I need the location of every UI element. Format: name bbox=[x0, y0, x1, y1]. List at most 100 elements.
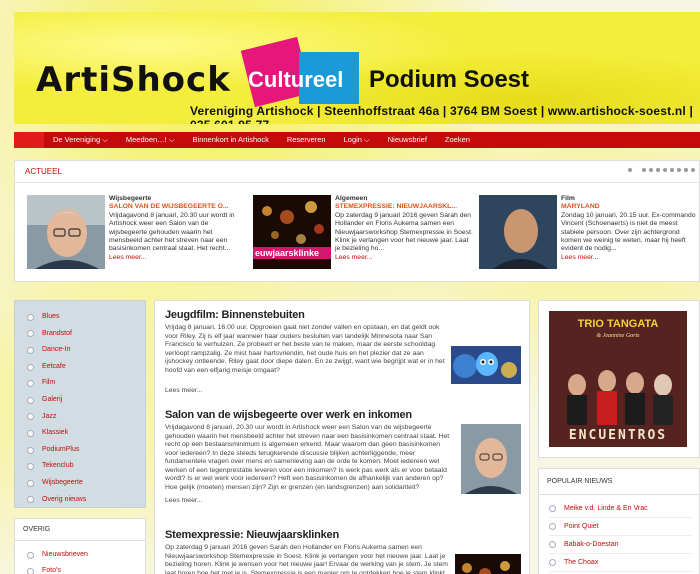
header-address: Vereniging Artishock | Steenhoffstraat 4… bbox=[190, 104, 694, 124]
read-more-link[interactable]: Lees meer... bbox=[165, 387, 521, 396]
read-more-link[interactable]: Lees meer... bbox=[165, 497, 521, 506]
article-body: Vrijdagavond 8 januari, 20.30 uur wordt … bbox=[165, 424, 450, 491]
bullet-icon bbox=[549, 505, 556, 512]
bullet-icon bbox=[27, 463, 34, 471]
nav-de-vereniging[interactable]: De Vereniging ⌵ bbox=[44, 132, 117, 148]
article-title[interactable]: Jeugdfilm: Binnenstebuiten bbox=[165, 309, 521, 321]
card-category: Algemeen bbox=[335, 195, 368, 202]
man-portrait-image[interactable] bbox=[27, 195, 105, 269]
read-more-link[interactable]: Lees meer... bbox=[561, 254, 699, 262]
bullet-icon bbox=[27, 446, 34, 454]
list-item-label: Film bbox=[42, 379, 56, 387]
list-item-label: Jazz bbox=[42, 412, 57, 420]
article: Salon van de wijsbegeerte over werk en i… bbox=[165, 409, 521, 506]
sidebar-item[interactable]: Dance-In bbox=[27, 342, 145, 359]
article-title[interactable]: Salon van de wijsbegeerte over werk en i… bbox=[165, 409, 521, 421]
list-item-label: Galerij bbox=[42, 395, 63, 403]
list-item-label: Blues bbox=[42, 313, 60, 320]
carousel-dot[interactable] bbox=[677, 168, 681, 172]
card-body: Op zaterdag 9 januari 2016 geven Sarah d… bbox=[335, 211, 473, 253]
new-year-lights-image[interactable] bbox=[455, 554, 521, 574]
nav-binnenkort[interactable]: Binnenkort in Artishock bbox=[184, 132, 278, 148]
inside-out-image[interactable] bbox=[451, 346, 521, 384]
list-item-label: Tekenclub bbox=[42, 462, 74, 470]
list-item-label: Babak-o-Doestan bbox=[564, 540, 619, 548]
man-portrait-image[interactable] bbox=[461, 424, 521, 494]
carousel-dot[interactable] bbox=[684, 168, 688, 172]
card-body: Vrijdagavond 8 januari, 20.30 uur wordt … bbox=[109, 211, 235, 253]
carousel-dot[interactable] bbox=[628, 168, 632, 172]
list-item-label: Foto's bbox=[42, 567, 61, 574]
sidebar-item[interactable]: Film bbox=[27, 375, 145, 392]
actueel-card: Film MARYLAND Zondag 10 januari, 20.15 u… bbox=[479, 195, 700, 275]
list-item-label: Dance-In bbox=[42, 346, 71, 354]
list-item-label: Meike v.d. Linde & En Vrac bbox=[564, 504, 648, 512]
populair-item[interactable]: Point Quiet bbox=[549, 518, 693, 536]
bullet-icon bbox=[549, 541, 556, 548]
overig-panel: OVERIG Nieuwsbrieven Foto's bbox=[14, 518, 146, 574]
poster-subtitle: & Jeannine Gorts bbox=[597, 333, 641, 339]
sidebar-item[interactable]: Klassiek bbox=[27, 425, 145, 442]
overig-item[interactable]: Foto's bbox=[27, 563, 145, 574]
carousel-dot[interactable] bbox=[663, 168, 667, 172]
bullet-icon bbox=[27, 551, 34, 559]
carousel-dot[interactable] bbox=[656, 168, 660, 172]
card-category: Wijsbegeerte bbox=[109, 195, 152, 202]
actueel-title: ACTUEEL bbox=[15, 161, 699, 183]
news-articles: Jeugdfilm: Binnenstebuiten Vrijdag 8 jan… bbox=[154, 300, 530, 574]
populair-item[interactable]: Meike v.d. Linde & En Vrac bbox=[549, 500, 693, 518]
concert-poster-image[interactable]: TRIO TANGATA & Jeannine Gorts ENCUENTROS bbox=[549, 311, 687, 447]
card-title[interactable]: MARYLAND bbox=[561, 203, 699, 211]
read-more-link[interactable]: Lees meer... bbox=[335, 254, 473, 262]
bullet-icon bbox=[27, 330, 34, 338]
actueel-card: Wijsbegeerte SALON VAN DE WIJSBEGEERTE O… bbox=[27, 195, 249, 275]
sidebar-item[interactable]: Eetcafe bbox=[27, 359, 145, 376]
article: Jeugdfilm: Binnenstebuiten Vrijdag 8 jan… bbox=[165, 309, 521, 396]
read-more-link[interactable]: Lees meer... bbox=[109, 254, 247, 262]
overig-item[interactable]: Nieuwsbrieven bbox=[27, 547, 145, 563]
carousel-dot[interactable] bbox=[649, 168, 653, 172]
sidebar-item[interactable]: Blues bbox=[27, 309, 145, 326]
sidebar-item[interactable]: Galerij bbox=[27, 392, 145, 409]
populair-item[interactable]: Babak-o-Doestan bbox=[549, 536, 693, 554]
nav-home-button[interactable] bbox=[14, 132, 44, 148]
artishock-logo[interactable]: ArtiShock bbox=[36, 60, 231, 100]
nav-zoeken[interactable]: Zoeken bbox=[436, 132, 479, 148]
article: Stemexpressie: Nieuwjaarsklinken Op zate… bbox=[165, 529, 521, 574]
sidebar-item[interactable]: Tekenclub bbox=[27, 458, 145, 475]
article-title[interactable]: Stemexpressie: Nieuwjaarsklinken bbox=[165, 529, 521, 541]
actueel-panel: ACTUEEL Wijsbegeerte SALON VAN DE WIJSBE… bbox=[14, 160, 700, 282]
card-body: Zondag 10 januari, 20.15 uur. Ex-command… bbox=[561, 211, 696, 253]
list-item-label: Nieuwsbrieven bbox=[42, 551, 88, 558]
carousel-dot[interactable] bbox=[642, 168, 646, 172]
sidebar-item[interactable]: Jazz bbox=[27, 409, 145, 426]
list-item-label: Wijsbegeerte bbox=[42, 478, 83, 486]
article-body: Op zaterdag 9 januari 2016 geven Sarah d… bbox=[165, 544, 448, 574]
new-year-lights-image[interactable]: euwjaarsklinke bbox=[253, 195, 331, 269]
sidebar-item[interactable]: Wijsbegeerte bbox=[27, 475, 145, 492]
bullet-icon bbox=[27, 429, 34, 437]
populair-item[interactable]: The Choax bbox=[549, 554, 693, 572]
article-body: Vrijdag 8 januari, 16.00 uur. Opgroeien … bbox=[165, 324, 445, 374]
site-header: ArtiShock Cultureel Podium Soest Verenig… bbox=[14, 12, 700, 124]
card-title[interactable]: SALON VAN DE WIJSBEGEERTE O... bbox=[109, 203, 247, 211]
sidebar-item[interactable]: PodiumPlus bbox=[27, 442, 145, 459]
bullet-icon bbox=[27, 413, 34, 421]
nav-reserveren[interactable]: Reserveren bbox=[278, 132, 335, 148]
card-title[interactable]: STEMEXPRESSIE: NIEUWJAARSKL... bbox=[335, 203, 473, 211]
list-item-label: Point Quiet bbox=[564, 522, 599, 530]
category-sidebar: Blues Brandstof Dance-In Eetcafe Film Galerij… bbox=[14, 300, 146, 508]
sidebar-item[interactable]: Overig nieuws bbox=[27, 492, 145, 509]
bullet-icon bbox=[27, 363, 34, 371]
image-caption: euwjaarsklinke bbox=[255, 248, 319, 258]
carousel-dots bbox=[628, 168, 695, 172]
list-item-label: Brandstof bbox=[42, 329, 72, 337]
poster-word: ENCUENTROS bbox=[569, 428, 667, 443]
nav-login[interactable]: Login ⌵ bbox=[335, 132, 379, 148]
sidebar-item[interactable]: Brandstof bbox=[27, 326, 145, 343]
nav-nieuwsbrief[interactable]: Nieuwsbrief bbox=[379, 132, 436, 148]
film-still-image[interactable] bbox=[479, 195, 557, 269]
carousel-dot[interactable] bbox=[670, 168, 674, 172]
carousel-dot[interactable] bbox=[691, 168, 695, 172]
nav-meedoen[interactable]: Meedoen…! ⌵ bbox=[117, 132, 184, 148]
